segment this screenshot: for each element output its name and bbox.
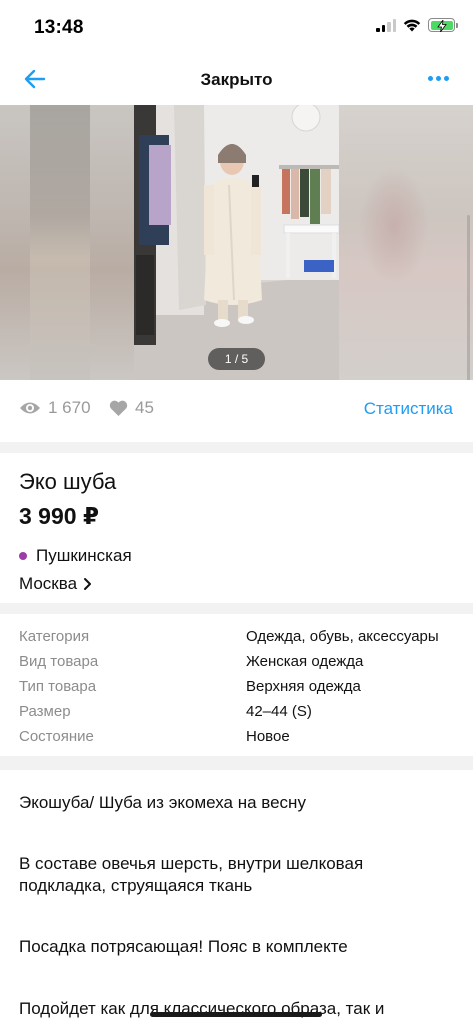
description-paragraph: Посадка потрясающая! Пояс в комплекте: [19, 937, 348, 956]
more-button[interactable]: [428, 76, 449, 81]
description-paragraph: В составе овечья шерсть, внутри шелковая…: [19, 854, 364, 895]
item-title: Эко шуба: [19, 469, 117, 494]
stats-row: 1 670 45 Статистика: [0, 380, 473, 442]
nav-bar: Закрыто: [0, 56, 473, 104]
listing-photo-image: [134, 105, 339, 380]
scrollbar[interactable]: [467, 215, 470, 380]
metro-station: Пушкинская: [19, 546, 132, 566]
item-header: Эко шуба 3 990 ₽ Пушкинская Москва: [0, 453, 473, 603]
param-label: Размер: [19, 703, 71, 720]
section-divider: [0, 756, 473, 770]
listing-photo[interactable]: [134, 105, 339, 380]
photo-page-counter: 1 / 5: [208, 348, 265, 370]
chevron-right-icon: [84, 578, 92, 590]
views-count: 1 670: [48, 398, 91, 417]
gallery-next-photo-blur: [339, 105, 473, 380]
cellular-signal-icon: [376, 18, 396, 32]
param-row: Вид товара Женская одежда: [0, 653, 473, 678]
param-value: Одежда, обувь, аксессуары: [246, 628, 439, 645]
eye-icon: [20, 402, 40, 414]
param-label: Состояние: [19, 728, 94, 745]
likes-count: 45: [135, 398, 154, 417]
home-indicator[interactable]: [150, 1012, 322, 1017]
heart-icon: [109, 400, 128, 416]
status-bar: 13:48: [0, 0, 473, 56]
section-divider: [0, 603, 473, 614]
section-divider: [0, 442, 473, 453]
param-value: 42–44 (S): [246, 703, 312, 720]
item-description: Экошуба/ Шуба из экомеха на весну В сост…: [0, 770, 473, 1024]
metro-line-dot-icon: [19, 552, 27, 560]
item-price: 3 990 ₽: [19, 503, 99, 529]
city-link[interactable]: Москва: [19, 574, 92, 594]
gallery-prev-photo-blur: [0, 105, 134, 380]
more-dots-icon: [428, 76, 433, 81]
param-value: Новое: [246, 728, 290, 745]
param-label: Категория: [19, 628, 90, 645]
status-icons: [376, 18, 458, 32]
status-time: 13:48: [34, 17, 84, 38]
description-paragraph: Экошуба/ Шуба из экомеха на весну: [19, 793, 306, 812]
photo-gallery[interactable]: 1 / 5: [0, 105, 473, 380]
param-row: Категория Одежда, обувь, аксессуары: [0, 628, 473, 653]
battery-icon: [428, 18, 458, 32]
param-label: Вид товара: [19, 653, 99, 670]
metro-station-name: Пушкинская: [36, 546, 132, 565]
views-stat: 1 670: [19, 398, 91, 418]
item-parameters: Категория Одежда, обувь, аксессуары Вид …: [0, 614, 473, 756]
param-row: Тип товара Верхняя одежда: [0, 678, 473, 703]
wifi-icon: [403, 19, 421, 32]
page-title: Закрыто: [200, 70, 273, 89]
param-row: Размер 42–44 (S): [0, 703, 473, 728]
param-label: Тип товара: [19, 678, 97, 695]
city-name: Москва: [19, 574, 78, 593]
param-row: Состояние Новое: [0, 728, 473, 753]
likes-stat: 45: [109, 398, 154, 418]
statistics-link[interactable]: Статистика: [364, 399, 453, 419]
param-value: Женская одежда: [246, 653, 364, 670]
param-value: Верхняя одежда: [246, 678, 361, 695]
